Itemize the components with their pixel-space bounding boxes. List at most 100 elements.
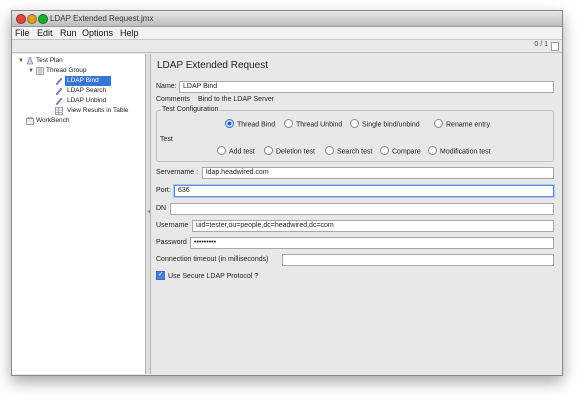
radio-deletion-test[interactable]: Deletion test [264, 146, 315, 157]
listener-table-icon [55, 107, 63, 115]
radio-label: Thread Bind [237, 121, 276, 129]
port-field[interactable]: 636 [174, 185, 554, 197]
port-row: Port: 636 [156, 185, 556, 197]
username-label: Username [156, 222, 189, 229]
menu-file[interactable]: File [15, 27, 30, 39]
password-row: Password ••••••••• [156, 237, 556, 249]
test-plan-tree: ▼ Test Plan ▼ Thread Group LDAP Bind LDA… [12, 54, 146, 374]
radio-label: Deletion test [276, 148, 315, 156]
tree-item-ldap-search[interactable]: LDAP Search [55, 86, 135, 96]
tree-item-view-results-table[interactable]: View Results in Table [55, 106, 145, 116]
comments-row: Comments Bind to the LDAP Server [156, 94, 556, 106]
radio-add-test[interactable]: Add test [217, 146, 255, 157]
test-label: Test [160, 136, 173, 143]
secure-ldap-label: Use Secure LDAP Protocol ? [168, 273, 259, 280]
dn-row: DN [156, 203, 556, 215]
menu-run[interactable]: Run [60, 27, 77, 39]
tree-item-label: Test Plan [36, 57, 63, 64]
password-field[interactable]: ••••••••• [190, 237, 554, 249]
radio-label: Modification test [440, 148, 491, 156]
checkbox-checked-icon[interactable]: ✓ [156, 270, 165, 280]
tree-item-label: LDAP Bind [65, 76, 111, 86]
divider-grip-icon[interactable]: ◂ [147, 208, 150, 215]
tree-item-thread-group[interactable]: ▼ Thread Group [12, 66, 145, 76]
radio-unselected-icon [217, 146, 226, 155]
radio-thread-unbind[interactable]: Thread Unbind [284, 119, 343, 130]
radio-single-bind-unbind[interactable]: Single bind/unbind [350, 119, 420, 130]
radio-compare[interactable]: Compare [380, 146, 421, 157]
radio-unselected-icon [284, 119, 293, 128]
radio-unselected-icon [264, 146, 273, 155]
thread-group-icon [36, 67, 44, 75]
radio-unselected-icon [325, 146, 334, 155]
zoom-window-button[interactable] [38, 14, 48, 24]
tree-item-label: View Results in Table [67, 107, 129, 114]
app-window: LDAP Extended Request.jmx File Edit Run … [11, 10, 563, 376]
tree-item-test-plan[interactable]: ▼ Test Plan [12, 56, 145, 66]
ldap-request-editor: LDAP Extended Request Name: LDAP Bind Co… [151, 54, 562, 374]
sampler-pen-icon [55, 97, 63, 105]
tree-item-workbench[interactable]: WorkBench [12, 116, 145, 126]
port-label: Port: [156, 187, 171, 194]
servername-label: Servername : [156, 169, 199, 176]
tree-item-label: WorkBench [36, 117, 70, 124]
radio-label: Add test [229, 148, 255, 156]
sampler-pen-icon [55, 77, 63, 85]
tree-item-ldap-unbind[interactable]: LDAP Unbind [55, 96, 135, 106]
name-label: Name: [156, 83, 177, 90]
workbench-icon [26, 117, 34, 125]
tree-item-ldap-bind[interactable]: LDAP Bind [55, 76, 135, 86]
name-field[interactable]: LDAP Bind [179, 81, 554, 93]
comments-label: Comments [156, 96, 190, 103]
timeout-field[interactable] [282, 254, 554, 266]
password-label: Password [156, 239, 187, 246]
radio-rename-entry[interactable]: Rename entry [434, 119, 490, 130]
servername-field[interactable]: ldap.headwired.com [202, 167, 554, 179]
radio-search-test[interactable]: Search test [325, 146, 373, 157]
timeout-row: Connection timeout (in milliseconds) [156, 254, 556, 266]
expand-arrow-icon[interactable]: ▼ [18, 56, 24, 66]
radio-modification-test[interactable]: Modification test [428, 146, 491, 157]
radio-unselected-icon [380, 146, 389, 155]
thread-counter: 0 / 1 [534, 41, 548, 48]
status-indicator-icon [551, 42, 559, 51]
radio-unselected-icon [350, 119, 359, 128]
radio-unselected-icon [428, 146, 437, 155]
close-window-button[interactable] [16, 14, 26, 24]
page-title: LDAP Extended Request [157, 60, 269, 71]
secure-ldap-checkbox[interactable]: ✓ Use Secure LDAP Protocol ? [156, 270, 356, 283]
tree-item-label: LDAP Search [67, 87, 107, 94]
expand-arrow-icon[interactable]: ▼ [28, 66, 34, 76]
test-configuration-title: Test Configuration [161, 106, 220, 113]
dn-field[interactable] [170, 203, 554, 215]
menu-options[interactable]: Options [82, 27, 113, 39]
title-bar: LDAP Extended Request.jmx [12, 11, 562, 27]
menu-edit[interactable]: Edit [37, 27, 53, 39]
test-plan-icon [26, 57, 34, 65]
tree-item-label: LDAP Unbind [67, 97, 107, 104]
radio-label: Rename entry [446, 121, 490, 129]
menu-bar: File Edit Run Options Help [12, 27, 562, 40]
radio-label: Single bind/unbind [362, 121, 420, 129]
servername-row: Servername : ldap.headwired.com [156, 167, 556, 179]
username-field[interactable]: uid=tester,ou=people,dc=headwired,dc=com [192, 220, 554, 232]
radio-label: Compare [392, 148, 421, 156]
timeout-label: Connection timeout (in milliseconds) [156, 256, 269, 263]
dn-label: DN [156, 205, 167, 212]
menu-help[interactable]: Help [120, 27, 139, 39]
comments-field[interactable]: Bind to the LDAP Server [194, 94, 554, 106]
username-row: Username uid=tester,ou=people,dc=headwir… [156, 220, 556, 232]
radio-label: Thread Unbind [296, 121, 343, 129]
window-title: LDAP Extended Request.jmx [50, 14, 154, 23]
tree-item-label: Thread Group [46, 67, 87, 74]
radio-label: Search test [337, 148, 373, 156]
minimize-window-button[interactable] [27, 14, 37, 24]
radio-selected-icon [225, 119, 234, 128]
radio-unselected-icon [434, 119, 443, 128]
secure-ldap-option[interactable]: ✓ Use Secure LDAP Protocol ? [156, 270, 259, 283]
sampler-pen-icon [55, 87, 63, 95]
radio-thread-bind[interactable]: Thread Bind [225, 119, 276, 130]
toolbar: 0 / 1 [12, 40, 562, 53]
test-configuration-group: Test Configuration Thread Bind Thread Un… [156, 106, 554, 162]
name-row: Name: LDAP Bind [156, 81, 556, 93]
